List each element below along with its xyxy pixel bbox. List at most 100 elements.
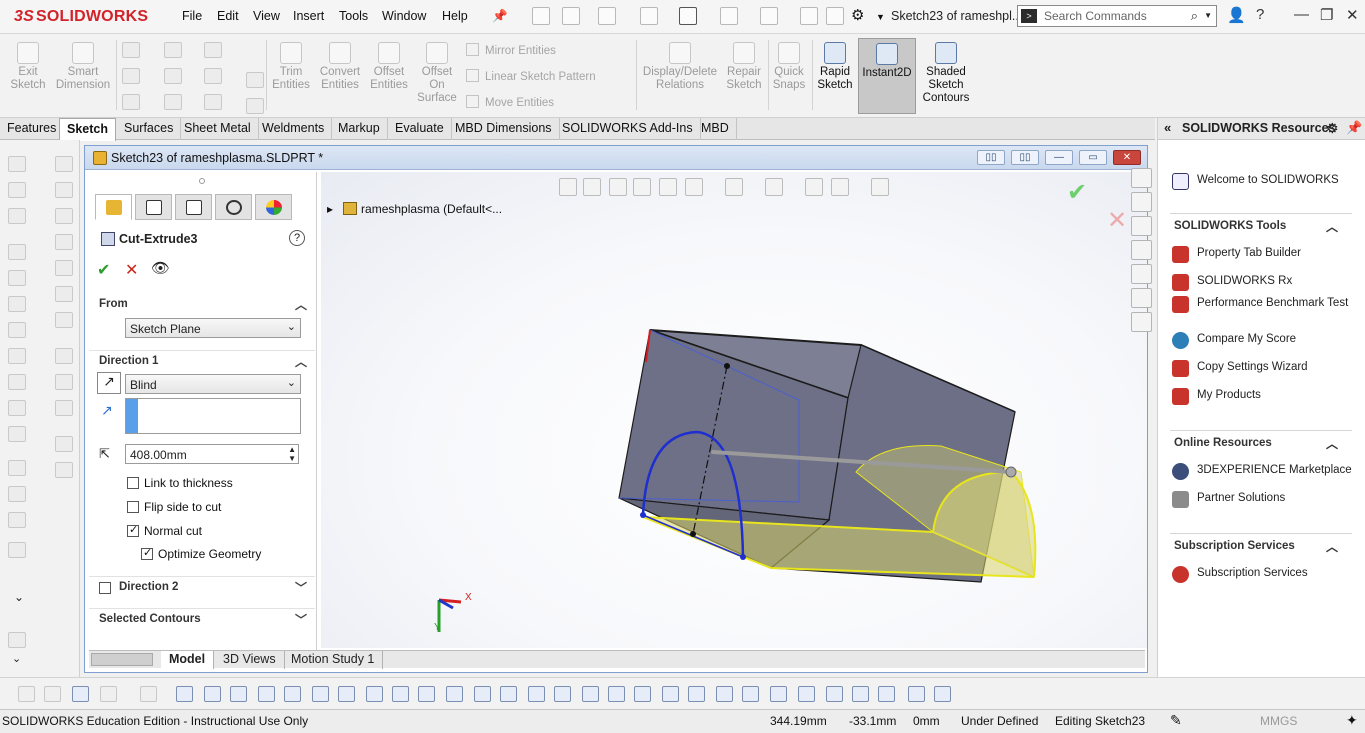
- quick-tips-icon[interactable]: ✦: [1346, 712, 1358, 729]
- restore-icon[interactable]: ❐: [1320, 6, 1333, 24]
- minimize-icon[interactable]: —: [1294, 6, 1309, 23]
- direction2-section-header[interactable]: Direction 2 ﹀: [89, 576, 315, 598]
- filter-balloons-icon[interactable]: [608, 686, 625, 702]
- help-icon[interactable]: ?: [1256, 6, 1264, 23]
- tile-right-icon[interactable]: ▯▯: [1011, 150, 1039, 165]
- doc-minimize-icon[interactable]: —: [1045, 150, 1073, 165]
- displaymanager-tab[interactable]: [255, 194, 292, 220]
- polygon-icon[interactable]: [164, 94, 182, 110]
- search-dropdown-icon[interactable]: ▼: [1204, 11, 1212, 20]
- slot-icon[interactable]: [122, 94, 140, 110]
- filter-sketch-segments-icon[interactable]: [392, 686, 409, 702]
- arc-icon[interactable]: [164, 68, 182, 84]
- undo-icon[interactable]: [720, 7, 738, 25]
- filter-mass-center-icon[interactable]: [798, 686, 815, 702]
- filter-solid-bodies-icon[interactable]: [284, 686, 301, 702]
- rebuild-icon[interactable]: [800, 7, 818, 25]
- tab-scroll-arrows[interactable]: [91, 653, 153, 666]
- circle-icon[interactable]: [164, 42, 182, 58]
- propertymanager-tab[interactable]: [135, 194, 172, 220]
- doc-close-icon[interactable]: ✕: [1113, 150, 1141, 165]
- tab-sheet-metal[interactable]: Sheet Metal: [177, 118, 259, 140]
- filter-blocks-icon[interactable]: [770, 686, 787, 702]
- dimxpertmanager-tab[interactable]: [215, 194, 252, 220]
- filter-sketch-points-icon[interactable]: [366, 686, 383, 702]
- from-section-header[interactable]: From ︿: [89, 294, 315, 316]
- options-gear-icon[interactable]: ⚙: [851, 6, 864, 24]
- settings-gear-icon[interactable]: ⚙: [1326, 120, 1339, 137]
- filter-routing-points-icon[interactable]: [826, 686, 843, 702]
- direction-reference-field[interactable]: [125, 398, 301, 434]
- design-library-icon[interactable]: [1131, 192, 1152, 212]
- home-icon[interactable]: [532, 7, 550, 25]
- shaded-sketch-contours-button[interactable]: Shaded Sketch Contours: [918, 38, 974, 105]
- filter-dimensions-icon[interactable]: [500, 686, 517, 702]
- tab-3d-views[interactable]: 3D Views: [215, 651, 285, 669]
- expand-chevron-icon[interactable]: ⌄: [14, 590, 24, 604]
- link-to-thickness-checkbox[interactable]: Link to thickness: [127, 476, 233, 490]
- filter-center-marks-icon[interactable]: [446, 686, 463, 702]
- direction1-section-header[interactable]: Direction 1 ︿: [89, 350, 315, 372]
- filter-mates-icon[interactable]: [908, 686, 925, 702]
- text-icon[interactable]: [246, 72, 264, 88]
- doc-maximize-icon[interactable]: ▭: [1079, 150, 1107, 165]
- instant2d-button[interactable]: Instant2D: [858, 38, 916, 114]
- select-arrow-icon[interactable]: [100, 686, 117, 702]
- tab-markup[interactable]: Markup: [331, 118, 388, 140]
- tab-motion-study-1[interactable]: Motion Study 1: [283, 651, 384, 669]
- pin-icon[interactable]: 📌: [492, 9, 508, 24]
- filter-references-icon[interactable]: [934, 686, 951, 702]
- filter-notes-icon[interactable]: [582, 686, 599, 702]
- menu-view[interactable]: View: [253, 9, 280, 23]
- rectangle-icon[interactable]: [122, 68, 140, 84]
- filter-lock-icon[interactable]: [140, 686, 157, 702]
- menu-edit[interactable]: Edit: [217, 9, 239, 23]
- offset-entities-button[interactable]: Offset Entities: [366, 38, 412, 92]
- solidworks-tools-group-header[interactable]: SOLIDWORKS Tools ︿: [1174, 220, 1338, 234]
- preview-eye-icon[interactable]: 👁: [151, 259, 170, 277]
- featuremanager-tab[interactable]: [95, 194, 132, 220]
- filter-vertices-icon[interactable]: [176, 686, 193, 702]
- open-icon[interactable]: [598, 7, 616, 25]
- ellipse-icon[interactable]: [204, 68, 222, 84]
- optimize-geometry-checkbox[interactable]: Optimize Geometry: [141, 546, 261, 561]
- filter-surface-finish-icon[interactable]: [528, 686, 545, 702]
- tab-features[interactable]: Features: [0, 118, 65, 140]
- user-icon[interactable]: 👤: [1227, 6, 1246, 24]
- tab-sketch[interactable]: Sketch: [59, 118, 116, 141]
- graphics-area[interactable]: ▸ rameshplasma (Default<... ✔ ✕ X Y: [321, 172, 1147, 648]
- solidworks-logo[interactable]: 3S SOLIDWORKS: [14, 8, 148, 26]
- filter-centerline-icon[interactable]: [474, 686, 491, 702]
- filter-faces-icon[interactable]: [230, 686, 247, 702]
- selected-contours-section-header[interactable]: Selected Contours ﹀: [89, 608, 315, 630]
- search-commands-input[interactable]: > Search Commands ⌕ ▼: [1017, 5, 1217, 27]
- filter-planes-icon[interactable]: [338, 686, 355, 702]
- online-resources-group-header[interactable]: Online Resources ︿: [1174, 437, 1338, 451]
- collapse-left-icon[interactable]: «: [1164, 120, 1171, 135]
- view-palette-icon[interactable]: [1131, 240, 1152, 260]
- mirror-entities-button[interactable]: Mirror Entities: [466, 43, 556, 57]
- menu-tools[interactable]: Tools: [339, 9, 368, 23]
- from-start-condition-select[interactable]: Sketch Plane ⌄: [125, 318, 301, 338]
- tab-weldments[interactable]: Weldments: [255, 118, 333, 140]
- end-condition-select[interactable]: Blind ⌄: [125, 374, 301, 394]
- tile-left-icon[interactable]: ▯▯: [977, 150, 1005, 165]
- filter-weld-beads-icon[interactable]: [662, 686, 679, 702]
- menu-file[interactable]: File: [182, 9, 202, 23]
- close-icon[interactable]: ✕: [1346, 6, 1359, 24]
- filter-cosmetic-threads-icon[interactable]: [742, 686, 759, 702]
- forum-icon[interactable]: [1131, 312, 1152, 332]
- file-explorer-icon[interactable]: [1131, 216, 1152, 236]
- new-document-icon[interactable]: [562, 7, 580, 25]
- appearances-icon[interactable]: [1131, 264, 1152, 284]
- custom-properties-icon[interactable]: [1131, 288, 1152, 308]
- configurationmanager-tab[interactable]: [175, 194, 212, 220]
- move-entities-button[interactable]: Move Entities: [466, 95, 554, 109]
- linear-sketch-pattern-button[interactable]: Linear Sketch Pattern: [466, 69, 596, 83]
- depth-input[interactable]: 408.00mm ▲ ▼: [125, 444, 299, 464]
- repair-sketch-button[interactable]: Repair Sketch: [722, 38, 766, 92]
- unit-system[interactable]: MMGS: [1260, 714, 1297, 728]
- smart-dimension-button[interactable]: Smart Dimension: [54, 38, 112, 92]
- select-icon[interactable]: [760, 7, 778, 25]
- reverse-direction-icon[interactable]: ↗: [97, 372, 121, 394]
